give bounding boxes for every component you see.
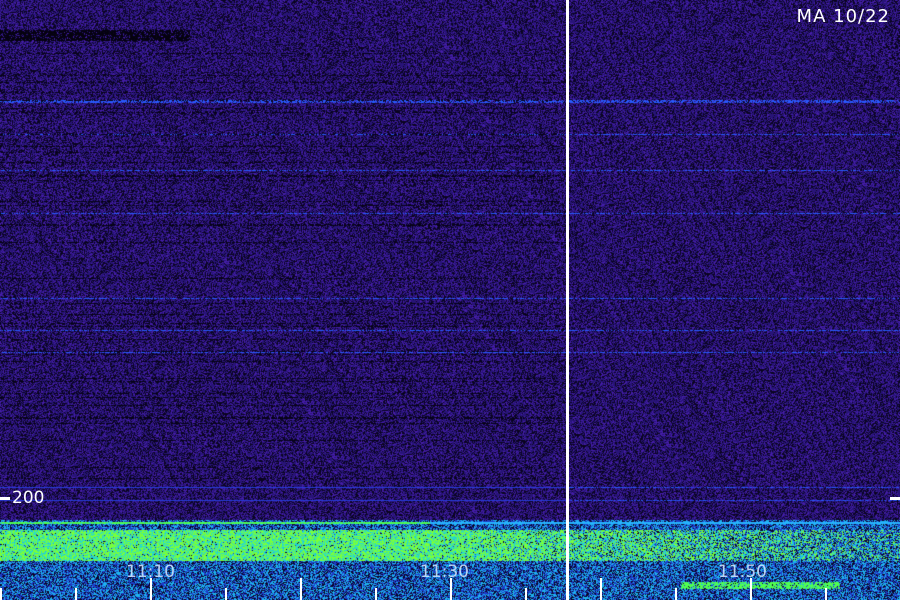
time-tick-major — [150, 578, 152, 600]
time-tick-major — [450, 578, 452, 600]
station-date-label: MA 10/22 — [796, 6, 890, 27]
time-tick — [0, 588, 2, 600]
spectrogram-canvas — [0, 0, 900, 600]
time-tick — [825, 588, 827, 600]
time-label-2: 11:30 — [420, 562, 469, 582]
time-label-3: 11:50 — [718, 562, 767, 582]
frequency-tick-right — [890, 497, 900, 500]
frequency-marker-label: 200 — [12, 488, 45, 508]
time-tick-major — [300, 578, 302, 600]
time-tick — [375, 588, 377, 600]
time-tick-major — [600, 578, 602, 600]
time-tick — [675, 588, 677, 600]
frequency-tick-left — [0, 497, 10, 500]
time-tick-major — [750, 578, 752, 600]
time-tick — [75, 588, 77, 600]
time-divider-line — [566, 0, 569, 600]
spectrogram-view: MA 10/22 200 11:10 11:30 11:50 — [0, 0, 900, 600]
time-tick — [225, 588, 227, 600]
time-tick — [525, 588, 527, 600]
